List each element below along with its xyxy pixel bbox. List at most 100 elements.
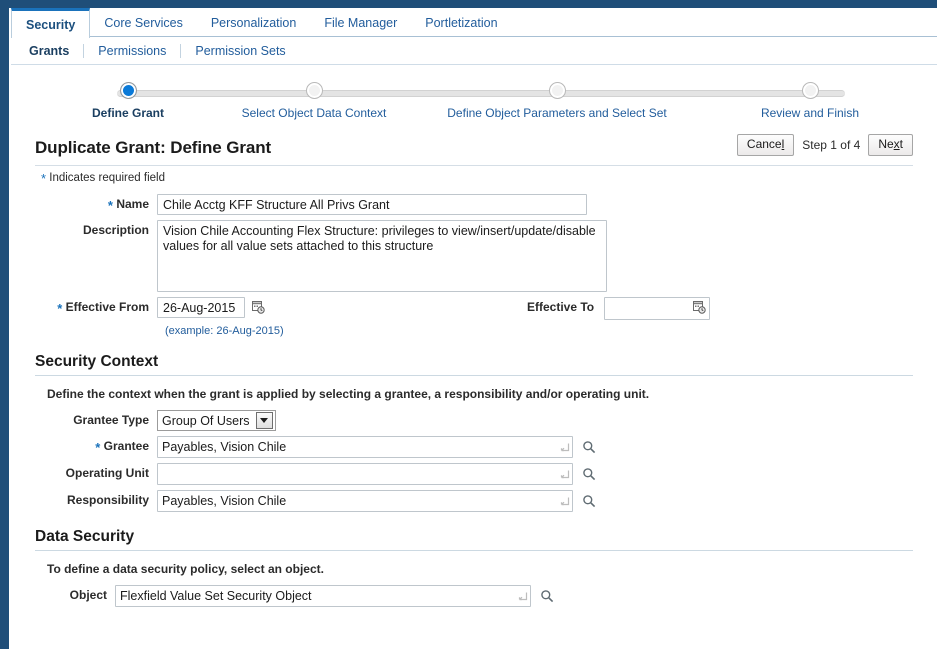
sub-tab-bar: Grants Permissions Permission Sets (11, 37, 937, 65)
subtab-grants-label: Grants (29, 43, 70, 58)
effective-to-group: Effective To (527, 297, 711, 320)
train-step-define-object-parameters[interactable]: Define Object Parameters and Select Set (407, 79, 707, 120)
effective-from-example-note: (example: 26-Aug-2015) (165, 325, 284, 337)
lov-arrow-icon[interactable] (558, 491, 572, 511)
train-step-define-grant-label: Define Grant (91, 106, 164, 120)
operating-unit-lov-field (157, 463, 573, 485)
field-row-responsibility: Responsibility (35, 490, 913, 512)
calendar-icon[interactable] (249, 297, 267, 317)
data-security-title: Data Security (35, 528, 135, 545)
grantee-type-select[interactable]: Group Of Users (157, 410, 276, 431)
responsibility-label: Responsibility (35, 490, 157, 507)
effective-from-label: * Effective From (35, 297, 157, 316)
field-row-grantee: * Grantee (35, 436, 913, 458)
tab-file-manager-label: File Manager (324, 15, 398, 30)
grantee-type-label: Grantee Type (35, 410, 157, 427)
tab-core-services[interactable]: Core Services (90, 8, 197, 37)
object-lov-field (115, 585, 531, 607)
train-step-select-object-data-context-label: Select Object Data Context (241, 106, 387, 120)
application-window: Security Core Services Personalization F… (0, 0, 937, 649)
train-step-define-object-parameters-label: Define Object Parameters and Select Set (447, 106, 667, 120)
security-context-rule (35, 375, 913, 376)
calendar-icon[interactable] (692, 300, 706, 317)
tab-portletization-label: Portletization (425, 15, 498, 30)
description-label-text: Description (82, 223, 149, 237)
required-asterisk-icon: * (41, 171, 47, 186)
data-security-description: To define a data security policy, select… (47, 562, 324, 576)
operating-unit-input[interactable] (158, 464, 558, 484)
required-asterisk-icon: * (95, 440, 101, 455)
step-counter: Step 1 of 4 (802, 138, 861, 152)
data-security-rule (35, 550, 913, 551)
name-input[interactable] (157, 194, 587, 215)
wizard-train: Define Grant Select Object Data Context … (35, 79, 913, 134)
tab-portletization[interactable]: Portletization (411, 8, 511, 37)
subtab-permission-sets-label: Permission Sets (195, 43, 286, 58)
security-context-title: Security Context (35, 353, 159, 370)
data-security-section: Data Security To define a data security … (35, 528, 913, 607)
train-dot-pending-icon (801, 82, 819, 99)
tab-core-services-label: Core Services (104, 15, 183, 30)
field-row-grantee-type: Grantee Type Group Of Users (35, 410, 913, 431)
page-stage: Security Core Services Personalization F… (11, 8, 937, 649)
grantee-label: * Grantee (35, 436, 157, 455)
window-left-rail (0, 0, 9, 649)
cancel-button-accesskey: l (781, 137, 785, 151)
train-step-define-grant[interactable]: Define Grant (35, 79, 221, 120)
page-header: Duplicate Grant: Define Grant Cancel Ste… (35, 134, 913, 162)
tab-security[interactable]: Security (11, 8, 91, 38)
responsibility-label-text: Responsibility (66, 493, 149, 507)
cancel-button-text: Cance (746, 137, 782, 151)
tab-file-manager[interactable]: File Manager (310, 8, 411, 37)
tab-personalization-label: Personalization (210, 15, 297, 30)
next-button-text-end: t (899, 137, 903, 151)
field-row-operating-unit: Operating Unit (35, 463, 913, 485)
search-icon[interactable] (537, 586, 557, 606)
effective-from-label-text: Effective From (65, 300, 149, 314)
search-icon[interactable] (579, 491, 599, 511)
train-dot-pending-icon (305, 82, 323, 99)
tab-personalization[interactable]: Personalization (197, 8, 310, 37)
security-context-description: Define the context when the grant is app… (47, 387, 650, 401)
search-icon[interactable] (579, 437, 599, 457)
responsibility-lov-field (157, 490, 573, 512)
train-dot-active-icon (119, 82, 137, 99)
train-step-review-and-finish[interactable]: Review and Finish (707, 79, 913, 120)
required-asterisk-icon: * (57, 301, 63, 316)
cancel-button[interactable]: Cancel (736, 134, 795, 156)
object-input[interactable] (116, 586, 516, 606)
effective-to-label: Effective To (527, 297, 604, 314)
next-button-text: Ne (878, 137, 894, 151)
next-button[interactable]: Next (868, 134, 913, 156)
security-context-section: Security Context Define the context when… (35, 353, 913, 512)
responsibility-input[interactable] (158, 491, 558, 511)
grantee-label-text: Grantee (103, 439, 149, 453)
effective-to-input[interactable] (605, 299, 686, 318)
page-title: Duplicate Grant: Define Grant (35, 138, 272, 157)
lov-arrow-icon[interactable] (558, 437, 572, 457)
grantee-input[interactable] (158, 437, 558, 457)
page-action-bar: Cancel Step 1 of 4 Next (736, 134, 913, 158)
train-step-review-and-finish-label: Review and Finish (760, 106, 860, 120)
search-icon[interactable] (579, 464, 599, 484)
chevron-down-icon[interactable] (255, 412, 273, 429)
effective-from-input[interactable] (157, 297, 245, 318)
lov-arrow-icon[interactable] (516, 586, 530, 606)
object-label: Object (35, 585, 115, 602)
required-field-note-text: Indicates required field (49, 172, 165, 184)
grantee-type-value: Group Of Users (162, 413, 250, 428)
name-label: * Name (35, 194, 157, 212)
page-header-rule (35, 165, 913, 166)
field-row-name: * Name (35, 194, 913, 215)
field-row-object: Object (35, 585, 913, 607)
subtab-grants[interactable]: Grants (23, 44, 83, 58)
lov-arrow-icon[interactable] (558, 464, 572, 484)
description-textarea[interactable] (157, 220, 607, 292)
main-tab-bar: Security Core Services Personalization F… (11, 8, 937, 38)
train-step-select-object-data-context[interactable]: Select Object Data Context (221, 79, 407, 120)
wizard-train-steps: Define Grant Select Object Data Context … (35, 79, 913, 120)
subtab-permissions-label: Permissions (98, 43, 167, 58)
subtab-permission-sets[interactable]: Permission Sets (181, 44, 299, 58)
train-dot-pending-icon (548, 82, 566, 99)
subtab-permissions[interactable]: Permissions (84, 44, 180, 58)
